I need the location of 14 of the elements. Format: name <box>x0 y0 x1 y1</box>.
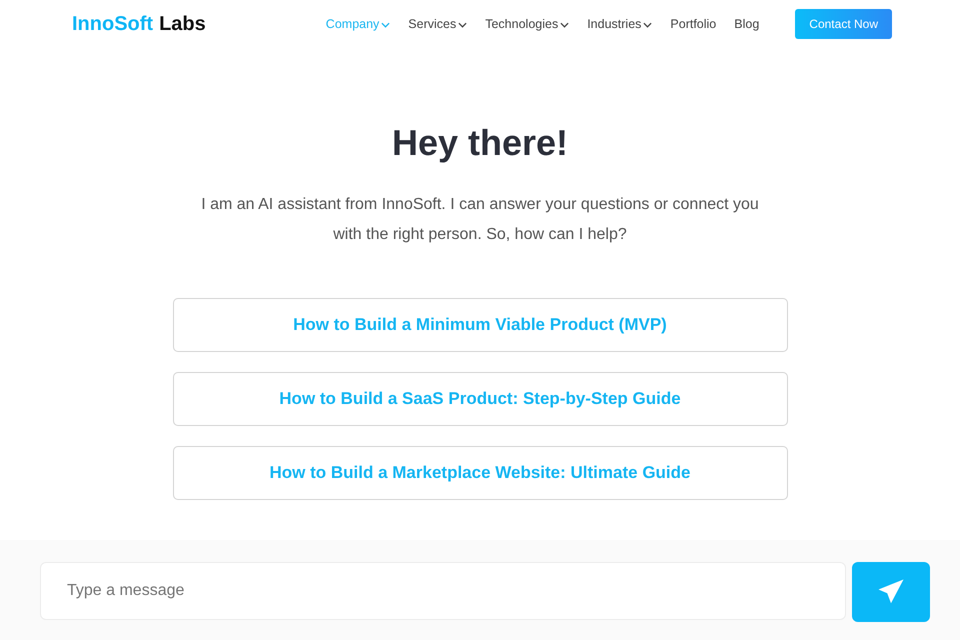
chevron-icon <box>381 22 390 28</box>
nav-link[interactable]: Services <box>408 17 468 31</box>
chevron-icon <box>458 22 468 28</box>
nav-link[interactable]: Industries <box>587 17 652 31</box>
logo-suffix[interactable]: Labs <box>159 12 206 36</box>
chevron-icon <box>643 22 652 28</box>
intro-text: I am an AI assistant from InnoSoft. I can answer your questions or connect you with the right person. So, how can I help? <box>200 195 760 245</box>
nav-link[interactable]: Portfolio <box>670 17 716 31</box>
nav-link[interactable]: Technologies <box>485 17 570 31</box>
chevron-icon <box>560 22 570 28</box>
send-button[interactable] <box>852 562 930 622</box>
heading: Hey there! <box>392 122 568 164</box>
message-field[interactable]: Type a message <box>40 562 846 620</box>
nav-link[interactable]: Blog <box>734 17 760 31</box>
